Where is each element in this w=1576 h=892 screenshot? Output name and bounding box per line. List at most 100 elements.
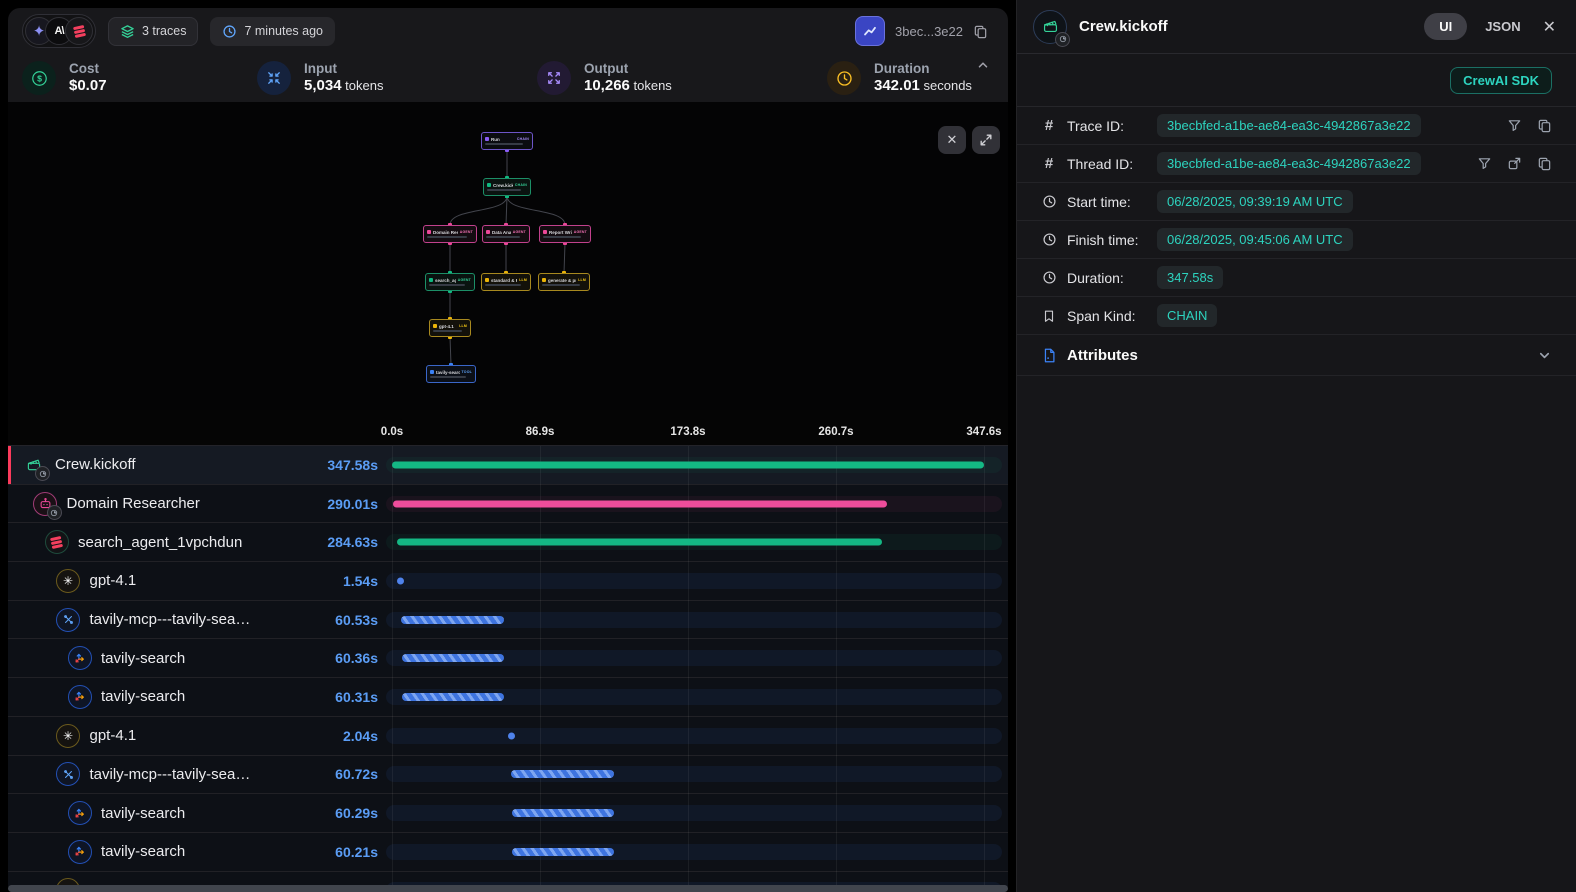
span-duration: 290.01s xyxy=(327,496,378,512)
graph-actions: ✕ xyxy=(938,126,1000,154)
tab-json[interactable]: JSON xyxy=(1485,19,1520,34)
graph-node-gen[interactable]: generate & prepareLLM xyxy=(538,273,590,291)
graph-node-gpt[interactable]: gpt-4.1LLM xyxy=(429,319,471,337)
span-row[interactable]: tavily-search60.21s xyxy=(8,833,1008,872)
copy-icon[interactable] xyxy=(973,24,988,39)
span-row[interactable]: Crew.kickoff347.58s xyxy=(8,446,1008,485)
node-kind-badge: TOOL xyxy=(462,370,472,374)
field-value: 06/28/2025, 09:45:06 AM UTC xyxy=(1157,228,1353,251)
graph-node-run[interactable]: RunCHAIN xyxy=(481,132,533,150)
node-type-icon xyxy=(485,278,489,282)
span-row[interactable]: Domain Researcher290.01s xyxy=(8,485,1008,524)
node-kind-badge: AGENT xyxy=(513,230,526,234)
axis-tick: 347.6s xyxy=(966,426,1001,438)
node-type-icon xyxy=(427,230,431,234)
span-duration: 60.21s xyxy=(335,844,378,860)
node-subtext xyxy=(487,189,521,191)
agent-flow-graph: RunCHAIN Crew.kickoffCHAIN Domain Research… xyxy=(8,102,1008,410)
span-track xyxy=(386,805,1002,821)
details-tabs: UI JSON ✕ xyxy=(1424,13,1556,40)
span-name: search_agent_1vpchdun xyxy=(78,534,242,551)
collapse-chevron-up-icon[interactable] xyxy=(976,58,990,72)
node-subtext xyxy=(485,284,521,286)
copy-icon[interactable] xyxy=(1537,118,1552,133)
hash-icon: # xyxy=(1041,155,1057,172)
span-duration: 1.54s xyxy=(343,573,378,589)
node-subtext xyxy=(542,284,580,286)
graph-node-search[interactable]: search_agent_1vpchdunAGENT xyxy=(425,273,475,291)
time-ago-pill: 7 minutes ago xyxy=(210,17,335,46)
span-bar xyxy=(402,654,505,662)
clock-icon xyxy=(1041,194,1057,209)
span-row[interactable]: tavily-mcp---tavily-sea…60.53s xyxy=(8,601,1008,640)
graph-close-button[interactable]: ✕ xyxy=(938,126,966,154)
stat-output: Output10,266 tokens xyxy=(537,54,672,102)
field-label: Finish time: xyxy=(1067,232,1149,248)
graph-node-data[interactable]: Data AnalystAGENT xyxy=(482,225,530,243)
node-kind-badge: AGENT xyxy=(458,278,471,282)
output-icon xyxy=(537,61,571,95)
filter-icon[interactable] xyxy=(1507,118,1522,133)
tab-ui[interactable]: UI xyxy=(1424,13,1467,40)
graph-node-tav[interactable]: tavily-searchTOOL xyxy=(426,365,476,383)
trace-overview-panel: ✦ A\ 3 traces 7 minutes ago 3bec...3e22 xyxy=(8,8,1008,892)
stat-label: Input xyxy=(304,61,383,77)
agent-icon xyxy=(33,491,58,516)
crewai-badge-icon xyxy=(47,505,62,520)
node-label: Data Analyst xyxy=(492,230,511,235)
span-row[interactable]: tavily-search 60.36s xyxy=(8,639,1008,678)
scale-icon xyxy=(44,530,69,555)
field-row-threadid: #Thread ID:3becbfed-a1be-ae84-ea3c-49428… xyxy=(1017,145,1576,183)
node-label: search_agent_1vpchdun xyxy=(435,278,456,283)
crewai-sdk-badge[interactable]: CrewAI SDK xyxy=(1450,67,1552,94)
span-bar xyxy=(397,539,882,546)
node-type-icon xyxy=(543,230,547,234)
span-name: tavily-search xyxy=(101,688,185,705)
span-duration: 60.36s xyxy=(335,650,378,666)
span-bar xyxy=(402,693,505,701)
span-name: gpt-4.1 xyxy=(90,727,137,744)
span-row[interactable]: tavily-mcp---tavily-sea…60.72s xyxy=(8,756,1008,795)
span-row[interactable]: ✳gpt-4.12.04s xyxy=(8,717,1008,756)
node-label: Crew.kickoff xyxy=(493,183,513,188)
node-subtext xyxy=(427,236,467,238)
chevron-down-icon[interactable] xyxy=(1537,348,1552,363)
span-name: tavily-search xyxy=(101,650,185,667)
span-row[interactable]: ✳gpt-4.11.54s xyxy=(8,562,1008,601)
hash-icon: # xyxy=(1041,117,1057,134)
span-duration: 347.58s xyxy=(327,457,378,473)
span-details-panel: Crew.kickoff UI JSON ✕ CrewAI SDK #Trace… xyxy=(1016,0,1576,892)
duration-icon xyxy=(827,61,861,95)
node-subtext xyxy=(429,284,465,286)
external-link-icon[interactable] xyxy=(1507,156,1522,171)
span-row[interactable]: tavily-search60.31s xyxy=(8,678,1008,717)
field-row-spankind: Span Kind:CHAIN xyxy=(1017,297,1576,335)
span-duration: 60.72s xyxy=(335,766,378,782)
stat-label: Output xyxy=(584,61,672,77)
traces-count-label: 3 traces xyxy=(142,24,186,38)
span-row[interactable]: tavily-search60.29s xyxy=(8,794,1008,833)
graph-node-crew[interactable]: Crew.kickoffCHAIN xyxy=(483,178,531,196)
node-kind-badge: LLM xyxy=(519,278,527,282)
close-icon[interactable]: ✕ xyxy=(1543,17,1556,37)
graph-node-report[interactable]: Report WriterAGENT xyxy=(539,225,591,243)
attributes-row[interactable]: Attributes xyxy=(1017,335,1576,376)
span-fields: #Trace ID:3becbfed-a1be-ae84-ea3c-494286… xyxy=(1017,107,1576,335)
span-row[interactable]: search_agent_1vpchdun284.63s xyxy=(8,523,1008,562)
filter-icon[interactable] xyxy=(1477,156,1492,171)
trace-id-short: 3bec...3e22 xyxy=(895,24,963,39)
span-track xyxy=(386,844,1002,860)
clock-icon xyxy=(1041,232,1057,247)
span-track xyxy=(386,573,1002,589)
time-ago-label: 7 minutes ago xyxy=(244,24,323,38)
graph-expand-button[interactable] xyxy=(972,126,1000,154)
trace-chart-button[interactable] xyxy=(855,16,885,46)
traces-count-pill[interactable]: 3 traces xyxy=(108,17,198,46)
graph-node-domain[interactable]: Domain ResearcherAGENT xyxy=(423,225,477,243)
copy-icon[interactable] xyxy=(1537,156,1552,171)
openai-icon: ✳ xyxy=(56,723,81,748)
graph-node-std[interactable]: standard & PromptLLM xyxy=(481,273,531,291)
crew-icon xyxy=(1033,10,1067,44)
horizontal-scrollbar[interactable] xyxy=(8,885,1008,892)
node-kind-badge: AGENT xyxy=(574,230,587,234)
